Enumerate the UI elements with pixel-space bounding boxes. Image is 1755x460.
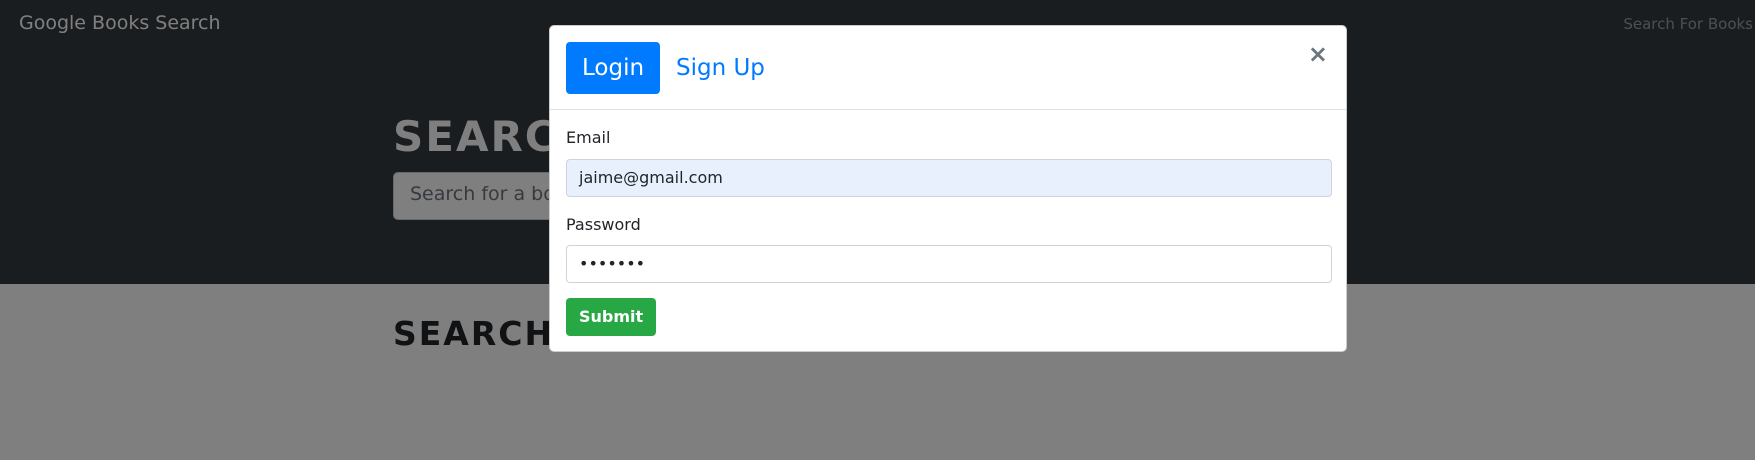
tab-sign-up[interactable]: Sign Up bbox=[660, 42, 781, 94]
password-field[interactable]: ••••••• bbox=[566, 245, 1332, 283]
submit-button[interactable]: Submit bbox=[566, 298, 657, 336]
email-label: Email bbox=[566, 128, 611, 147]
close-icon[interactable]: × bbox=[1308, 40, 1328, 68]
tab-login[interactable]: Login bbox=[566, 42, 661, 94]
password-label: Password bbox=[566, 215, 641, 234]
login-modal: Login Sign Up × Email jaime@gmail.com Pa… bbox=[549, 25, 1347, 352]
modal-header: Login Sign Up × bbox=[550, 26, 1346, 110]
email-field[interactable]: jaime@gmail.com bbox=[566, 159, 1332, 197]
